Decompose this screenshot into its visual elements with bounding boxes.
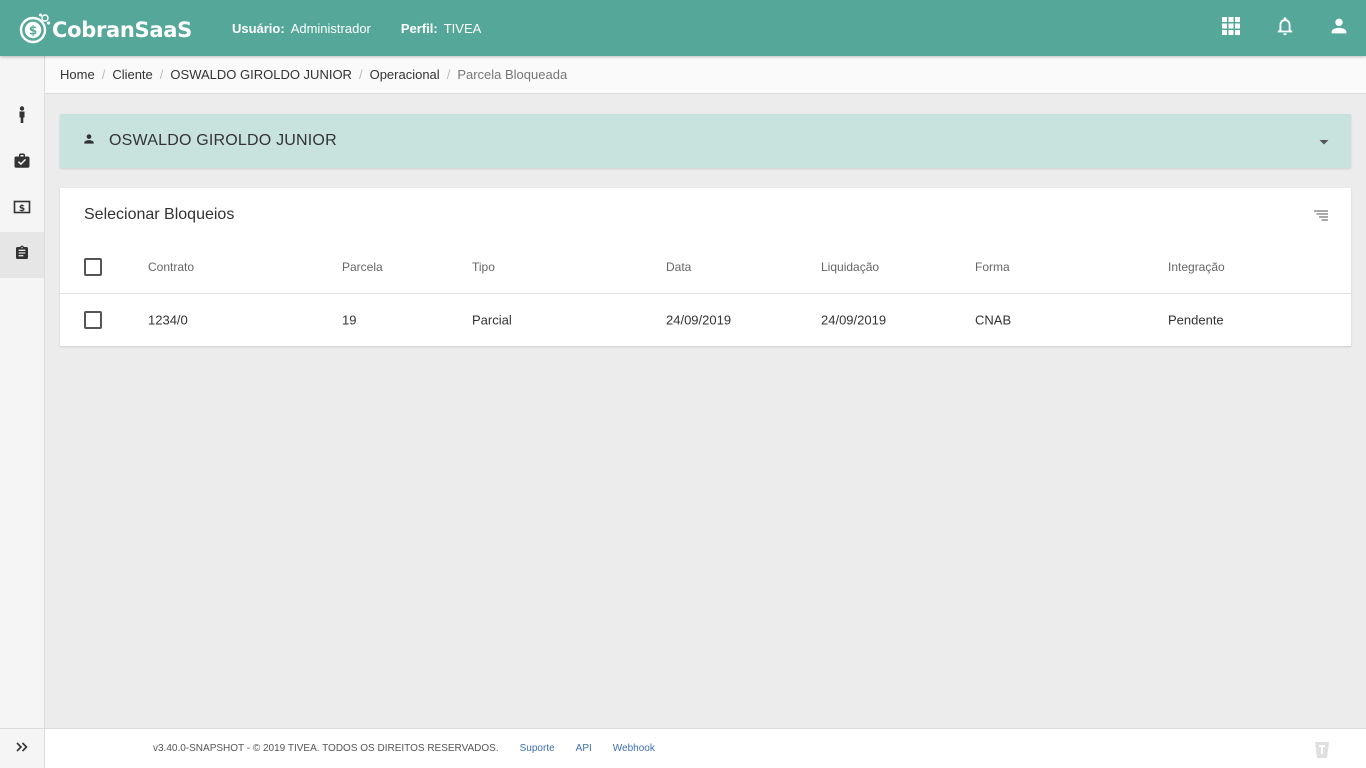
svg-text:$: $ <box>29 24 37 38</box>
footer-copyright: v3.40.0-SNAPSHOT - © 2019 TIVEA. TODOS O… <box>153 743 499 754</box>
column-header-liquidacao[interactable]: Liquidação <box>821 260 879 274</box>
client-name: OSWALDO GIROLDO JUNIOR <box>109 132 337 149</box>
sidebar-item-operacional[interactable] <box>0 232 44 278</box>
column-header-contrato[interactable]: Contrato <box>148 260 194 274</box>
cell-integracao: Pendente <box>1168 312 1224 328</box>
breadcrumb-operacional[interactable]: Operacional <box>370 67 440 82</box>
svg-text:$: $ <box>19 204 25 214</box>
person-icon <box>82 132 96 151</box>
column-header-forma[interactable]: Forma <box>975 260 1010 274</box>
session-info: Usuário: Administrador Perfil: TIVEA <box>232 21 511 36</box>
cobransaas-logo-icon: $ <box>19 12 51 44</box>
money-bill-icon: $ <box>13 199 31 220</box>
double-chevron-right-icon <box>15 740 29 758</box>
cell-tipo: Parcial <box>472 312 512 328</box>
breadcrumb-current: Parcela Bloqueada <box>457 67 568 82</box>
top-app-bar: $ CobranSaaS Usuário: Administrador Perf… <box>0 0 1366 56</box>
sidebar-item-cliente[interactable] <box>0 94 44 140</box>
footer-link-webhook[interactable]: Webhook <box>613 743 655 754</box>
card-title: Selecionar Bloqueios <box>84 206 235 223</box>
user-label: Usuário: <box>231 20 285 36</box>
breadcrumb-cliente[interactable]: Cliente <box>112 67 152 82</box>
top-actions <box>1204 0 1366 56</box>
sidebar: $ <box>0 56 45 768</box>
person-standing-icon <box>15 105 29 129</box>
footer-link-api[interactable]: API <box>576 743 592 754</box>
breadcrumb: Home / Cliente / OSWALDO GIROLDO JUNIOR … <box>45 56 1366 94</box>
breadcrumb-home[interactable]: Home <box>60 67 95 82</box>
column-header-data[interactable]: Data <box>666 260 691 274</box>
client-panel[interactable]: OSWALDO GIROLDO JUNIOR <box>60 114 1351 168</box>
breadcrumb-client-name[interactable]: OSWALDO GIROLDO JUNIOR <box>170 67 352 82</box>
sidebar-item-financeiro[interactable]: $ <box>0 186 44 232</box>
account-button[interactable] <box>1312 0 1366 56</box>
brand-name: CobranSaaS <box>52 18 192 42</box>
cell-liquidacao: 24/09/2019 <box>821 312 887 328</box>
filter-lines-icon <box>1313 209 1329 226</box>
apps-button[interactable] <box>1204 0 1258 56</box>
footer: v3.40.0-SNAPSHOT - © 2019 TIVEA. TODOS O… <box>45 728 1366 768</box>
profile-label: Perfil: <box>400 20 438 36</box>
cell-data: 24/09/2019 <box>666 312 732 328</box>
caret-down-icon[interactable] <box>1319 134 1329 152</box>
breadcrumb-separator: / <box>358 67 363 82</box>
breadcrumb-separator: / <box>446 67 451 82</box>
bell-icon <box>1274 15 1296 42</box>
cell-contrato: 1234/0 <box>148 312 188 328</box>
cell-parcela: 19 <box>342 312 357 328</box>
grid-icon <box>1221 16 1241 41</box>
blocks-card: Selecionar Bloqueios Contrato Parcela Ti… <box>60 188 1351 346</box>
breadcrumb-separator: / <box>159 67 164 82</box>
footer-link-suporte[interactable]: Suporte <box>520 743 555 754</box>
sidebar-menu: $ <box>0 94 44 278</box>
row-checkbox[interactable] <box>84 311 102 329</box>
column-header-parcela[interactable]: Parcela <box>342 260 383 274</box>
tivea-logo-icon <box>1312 740 1332 763</box>
sidebar-item-operacoes[interactable] <box>0 140 44 186</box>
table-header: Contrato Parcela Tipo Data Liquidação Fo… <box>60 240 1351 294</box>
breadcrumb-separator: / <box>101 67 106 82</box>
clipboard-icon <box>14 244 30 267</box>
cell-forma: CNAB <box>975 312 1012 328</box>
app-logo[interactable]: $ CobranSaaS <box>19 12 192 44</box>
profile-value: TIVEA <box>443 20 482 36</box>
table-row[interactable]: 1234/0 19 Parcial 24/09/2019 24/09/2019 … <box>60 294 1351 346</box>
user-value: Administrador <box>290 20 371 36</box>
select-all-checkbox[interactable] <box>84 257 102 276</box>
person-icon <box>1328 15 1350 42</box>
filter-button[interactable] <box>1313 208 1329 227</box>
column-header-tipo[interactable]: Tipo <box>472 260 495 274</box>
briefcase-check-icon <box>13 152 31 175</box>
sidebar-expand-button[interactable] <box>0 728 44 768</box>
column-header-integracao[interactable]: Integração <box>1168 260 1225 274</box>
notifications-button[interactable] <box>1258 0 1312 56</box>
